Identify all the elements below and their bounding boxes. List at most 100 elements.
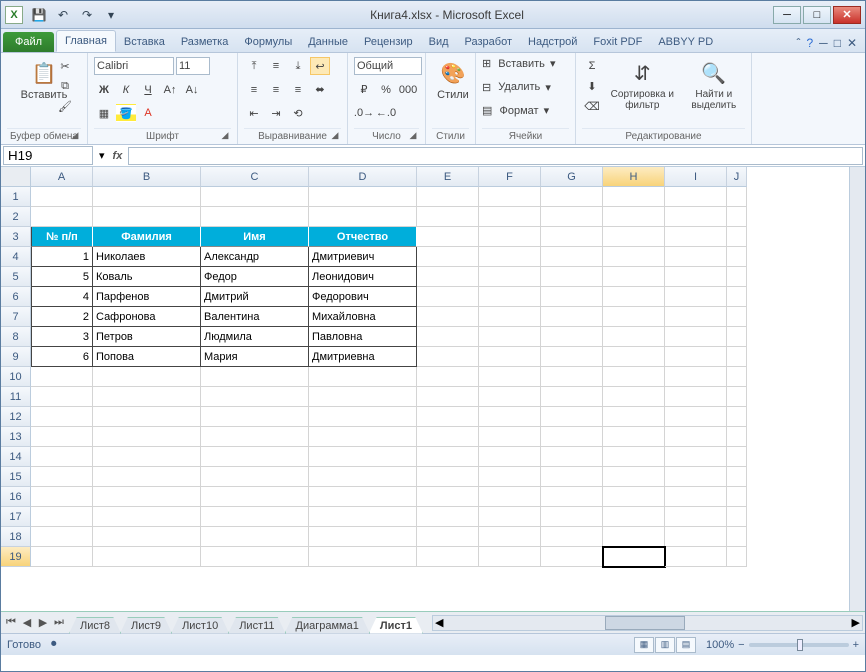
cell-D19[interactable]	[309, 547, 417, 567]
cell-G8[interactable]	[541, 327, 603, 347]
column-header-F[interactable]: F	[479, 167, 541, 187]
clipboard-launcher-icon[interactable]: ◢	[69, 130, 81, 142]
cell-C4[interactable]: Александр	[201, 247, 309, 267]
row-header-10[interactable]: 10	[1, 367, 31, 387]
cell-A18[interactable]	[31, 527, 93, 547]
cell-E14[interactable]	[417, 447, 479, 467]
column-header-I[interactable]: I	[665, 167, 727, 187]
align-top-button[interactable]: ⤒	[244, 57, 264, 75]
cell-I10[interactable]	[665, 367, 727, 387]
cell-G16[interactable]	[541, 487, 603, 507]
cell-B11[interactable]	[93, 387, 201, 407]
cell-G18[interactable]	[541, 527, 603, 547]
cell-D8[interactable]: Павловна	[309, 327, 417, 347]
align-center-button[interactable]: ≡	[266, 81, 286, 99]
ribbon-tab-вставка[interactable]: Вставка	[116, 32, 173, 52]
cell-J19[interactable]	[727, 547, 747, 567]
cell-G9[interactable]	[541, 347, 603, 367]
cell-G1[interactable]	[541, 187, 603, 207]
comma-button[interactable]: 000	[398, 81, 418, 99]
cell-B2[interactable]	[93, 207, 201, 227]
cell-C2[interactable]	[201, 207, 309, 227]
cell-D6[interactable]: Федорович	[309, 287, 417, 307]
fill-color-button[interactable]: 🪣	[116, 104, 136, 122]
ribbon-tab-данные[interactable]: Данные	[300, 32, 356, 52]
horizontal-scrollbar[interactable]: ◀ ▶	[432, 615, 863, 631]
file-tab[interactable]: Файл	[3, 32, 54, 52]
cell-B5[interactable]: Коваль	[93, 267, 201, 287]
row-header-14[interactable]: 14	[1, 447, 31, 467]
cell-I6[interactable]	[665, 287, 727, 307]
autosum-button[interactable]: Σ	[582, 57, 602, 75]
cell-F8[interactable]	[479, 327, 541, 347]
cell-H13[interactable]	[603, 427, 665, 447]
cell-G12[interactable]	[541, 407, 603, 427]
column-header-D[interactable]: D	[309, 167, 417, 187]
cell-G14[interactable]	[541, 447, 603, 467]
cell-G4[interactable]	[541, 247, 603, 267]
format-painter-button[interactable]: 🖌	[55, 97, 75, 115]
cell-G3[interactable]	[541, 227, 603, 247]
cell-H12[interactable]	[603, 407, 665, 427]
redo-button[interactable]: ↷	[77, 5, 97, 25]
cell-D1[interactable]	[309, 187, 417, 207]
cells-format-button[interactable]: ▤ Формат ▾	[482, 104, 569, 117]
cell-F17[interactable]	[479, 507, 541, 527]
ribbon-tab-разработ[interactable]: Разработ	[457, 32, 520, 52]
cell-D5[interactable]: Леонидович	[309, 267, 417, 287]
cell-E1[interactable]	[417, 187, 479, 207]
ribbon-tab-формулы[interactable]: Формулы	[236, 32, 300, 52]
cell-H11[interactable]	[603, 387, 665, 407]
sheet-tab-Лист8[interactable]: Лист8	[69, 617, 121, 634]
cell-I2[interactable]	[665, 207, 727, 227]
cell-I12[interactable]	[665, 407, 727, 427]
cell-D7[interactable]: Михайловна	[309, 307, 417, 327]
cell-A14[interactable]	[31, 447, 93, 467]
sheet-tab-Лист10[interactable]: Лист10	[171, 617, 229, 634]
workbook-restore-icon[interactable]: □	[834, 36, 841, 50]
find-select-button[interactable]: 🔍 Найти и выделить	[683, 57, 745, 117]
font-launcher-icon[interactable]: ◢	[219, 130, 231, 142]
cell-F12[interactable]	[479, 407, 541, 427]
sort-filter-button[interactable]: ⇵ Сортировка и фильтр	[606, 57, 679, 117]
cell-B18[interactable]	[93, 527, 201, 547]
cell-E18[interactable]	[417, 527, 479, 547]
row-header-18[interactable]: 18	[1, 527, 31, 547]
cell-F19[interactable]	[479, 547, 541, 567]
cell-J7[interactable]	[727, 307, 747, 327]
help-icon[interactable]: ?	[806, 36, 813, 50]
ribbon-tab-рецензир[interactable]: Рецензир	[356, 32, 421, 52]
minimize-button[interactable]: ─	[773, 6, 801, 24]
cell-A9[interactable]: 6	[31, 347, 93, 367]
workbook-close-icon[interactable]: ✕	[847, 36, 857, 50]
row-header-4[interactable]: 4	[1, 247, 31, 267]
currency-button[interactable]: ₽	[354, 81, 374, 99]
cell-A7[interactable]: 2	[31, 307, 93, 327]
cut-button[interactable]: ✂	[55, 57, 75, 75]
tab-next-icon[interactable]: ▶	[35, 616, 51, 629]
cell-J14[interactable]	[727, 447, 747, 467]
cell-I16[interactable]	[665, 487, 727, 507]
cell-F1[interactable]	[479, 187, 541, 207]
cell-H17[interactable]	[603, 507, 665, 527]
row-header-12[interactable]: 12	[1, 407, 31, 427]
cell-G17[interactable]	[541, 507, 603, 527]
font-color-button[interactable]: A	[138, 104, 158, 122]
cell-J3[interactable]	[727, 227, 747, 247]
cell-A16[interactable]	[31, 487, 93, 507]
cell-G10[interactable]	[541, 367, 603, 387]
column-header-G[interactable]: G	[541, 167, 603, 187]
ribbon-tab-abbyy pd[interactable]: ABBYY PD	[650, 32, 721, 52]
cell-E4[interactable]	[417, 247, 479, 267]
cell-E6[interactable]	[417, 287, 479, 307]
row-header-1[interactable]: 1	[1, 187, 31, 207]
cell-F11[interactable]	[479, 387, 541, 407]
borders-button[interactable]: ▦	[94, 104, 114, 122]
cell-F15[interactable]	[479, 467, 541, 487]
cell-I9[interactable]	[665, 347, 727, 367]
cell-A12[interactable]	[31, 407, 93, 427]
cell-C1[interactable]	[201, 187, 309, 207]
cell-D17[interactable]	[309, 507, 417, 527]
cell-D11[interactable]	[309, 387, 417, 407]
cell-C15[interactable]	[201, 467, 309, 487]
